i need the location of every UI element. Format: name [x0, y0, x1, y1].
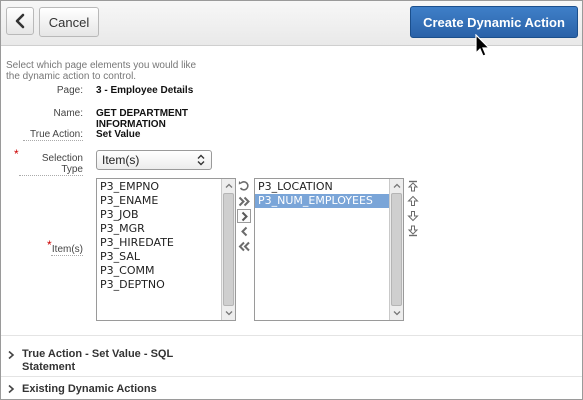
items-label: Item(s): [51, 244, 83, 256]
selection-type-value: Item(s): [102, 153, 140, 167]
list-option[interactable]: P3_ENAME: [97, 194, 235, 208]
move-all-right-icon[interactable]: [237, 194, 251, 208]
available-items-scrollbar[interactable]: [221, 179, 235, 320]
list-option[interactable]: P3_SAL: [97, 250, 235, 264]
true-action-section-title: True Action - Set Value - SQL: [22, 348, 174, 360]
list-option[interactable]: P3_NUM_EMPLOYEES: [255, 194, 403, 208]
reset-icon[interactable]: [237, 179, 251, 193]
scroll-up-arrow-icon[interactable]: [224, 181, 234, 191]
available-items-list[interactable]: P3_EMPNO P3_ENAME P3_JOB P3_MGR P3_HIREDATE P…: [96, 178, 236, 321]
move-up-icon[interactable]: [406, 194, 420, 208]
create-dynamic-action-button[interactable]: Create Dynamic Action: [410, 6, 578, 38]
required-marker: *: [14, 147, 19, 161]
selection-type-label: Selection Type: [19, 153, 83, 176]
list-option[interactable]: P3_JOB: [97, 208, 235, 222]
true-action-value: Set Value: [96, 129, 141, 140]
move-top-icon[interactable]: [406, 179, 420, 193]
true-action-section[interactable]: True Action - Set Value - SQL Statement: [1, 335, 582, 376]
dialog-frame: Cancel Create Dynamic Action Select whic…: [0, 0, 583, 400]
list-option[interactable]: P3_EMPNO: [97, 180, 235, 194]
list-option[interactable]: P3_LOCATION: [255, 180, 403, 194]
cancel-button[interactable]: Cancel: [39, 7, 99, 37]
scroll-down-arrow-icon[interactable]: [392, 308, 402, 318]
move-bottom-icon[interactable]: [406, 224, 420, 238]
chevron-left-icon: [15, 13, 25, 29]
list-option[interactable]: P3_MGR: [97, 222, 235, 236]
page-value: 3 - Employee Details: [96, 85, 194, 96]
mouse-cursor-icon: [475, 34, 491, 57]
name-label: Name:: [53, 108, 83, 119]
move-right-icon[interactable]: [237, 209, 251, 223]
move-down-icon[interactable]: [406, 209, 420, 223]
selection-type-select[interactable]: Item(s): [96, 150, 212, 170]
chevron-updown-icon: [197, 154, 205, 166]
selected-items-scrollbar[interactable]: [389, 179, 403, 320]
selected-items-list[interactable]: P3_LOCATION P3_NUM_EMPLOYEES: [254, 178, 404, 321]
page-label: Page:: [56, 85, 83, 96]
list-option[interactable]: P3_DEPTNO: [97, 278, 235, 292]
existing-dynamic-actions-title: Existing Dynamic Actions: [22, 383, 157, 395]
back-button[interactable]: [6, 7, 34, 35]
name-value: GET DEPARTMENT INFORMATION: [96, 108, 189, 130]
existing-dynamic-actions-section[interactable]: Existing Dynamic Actions: [1, 376, 582, 399]
chevron-right-icon: [8, 384, 15, 394]
chevron-right-icon: [8, 350, 15, 360]
scroll-thumb[interactable]: [223, 193, 234, 306]
move-left-icon[interactable]: [237, 224, 251, 238]
move-all-left-icon[interactable]: [237, 239, 251, 253]
list-option[interactable]: P3_COMM: [97, 264, 235, 278]
scroll-down-arrow-icon[interactable]: [224, 308, 234, 318]
scroll-up-arrow-icon[interactable]: [392, 181, 402, 191]
dialog-header: Cancel Create Dynamic Action: [1, 1, 582, 46]
scroll-thumb[interactable]: [391, 193, 402, 306]
list-option[interactable]: P3_HIREDATE: [97, 236, 235, 250]
instructions-text: Select which page elements you would lik…: [6, 60, 197, 82]
true-action-section-subtitle: Statement: [22, 361, 76, 373]
true-action-label: True Action:: [23, 129, 83, 141]
